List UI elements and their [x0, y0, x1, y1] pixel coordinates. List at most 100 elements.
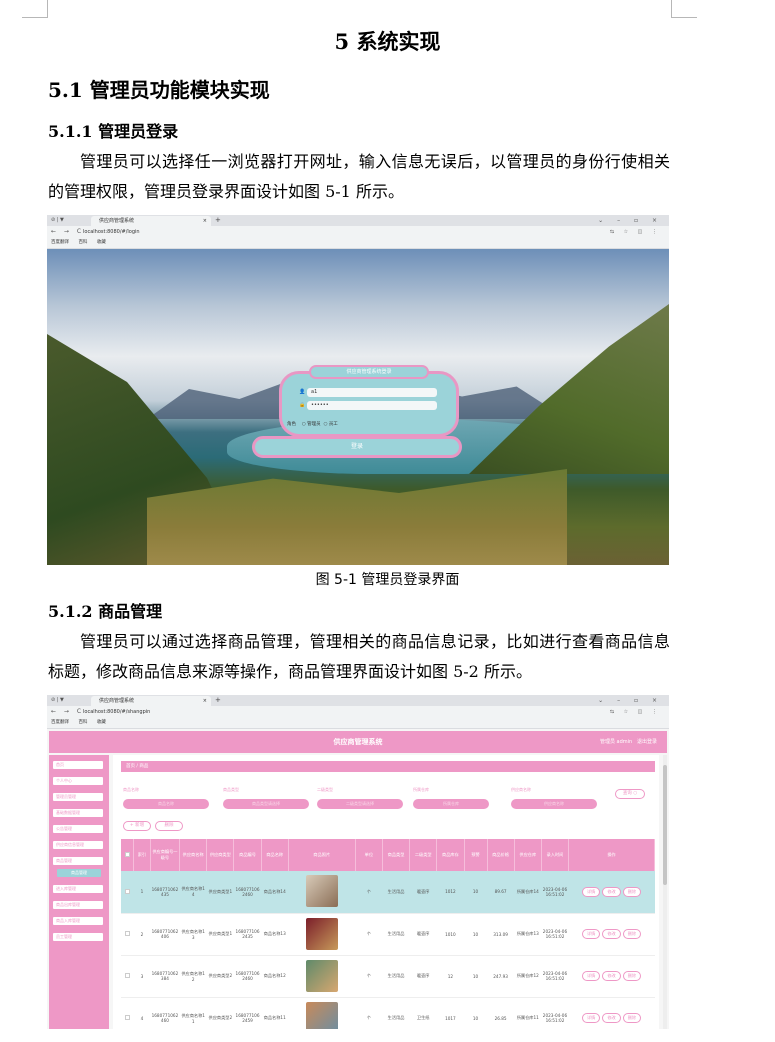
filter-goods-type-select[interactable]: 商品类型请选择: [223, 799, 309, 809]
filter-goods-name-input[interactable]: 商品名称: [123, 799, 209, 809]
window-controls[interactable]: ⌄ – ▫ ×: [598, 695, 663, 706]
role-selector: 角色 ○ 管理员 ○ 员工: [287, 422, 338, 427]
toolbar-icons[interactable]: ⇆ ☆ ◫ ⋮: [610, 226, 661, 238]
page-scrollbar[interactable]: [663, 755, 667, 1029]
login-button[interactable]: 登录: [252, 436, 462, 458]
background-hill-right: [469, 304, 669, 474]
bookmark-item[interactable]: 收藏: [97, 240, 106, 245]
column-header: 录入时间: [541, 839, 570, 871]
password-input[interactable]: ••••••: [307, 401, 437, 410]
query-button[interactable]: 查询 ○: [615, 789, 645, 799]
sidebar-item-stock-in-out[interactable]: 进入库管理: [53, 885, 103, 893]
window-controls[interactable]: ⌄ – ▫ ×: [598, 215, 663, 226]
goods-photo: [305, 1001, 338, 1029]
table-cell: 89.67: [487, 871, 515, 914]
delete-button[interactable]: 删除: [622, 929, 642, 939]
batch-delete-button[interactable]: 删除: [155, 821, 183, 831]
table-row[interactable]: 2 1680771062406 供应商名称13 供应商类型1 1680771062435…: [121, 913, 655, 956]
table-cell: 所属仓库14: [514, 871, 542, 914]
table-cell: 所属仓库11: [514, 997, 542, 1029]
role-staff-radio[interactable]: 员工: [329, 422, 338, 427]
detail-button[interactable]: 详情: [581, 886, 601, 897]
goods-photo: [305, 959, 338, 992]
edit-button[interactable]: 修改: [602, 886, 621, 897]
delete-button[interactable]: 删除: [622, 971, 642, 981]
table-cell: 1012: [436, 871, 464, 914]
table-cell: 2023-04-06 16:51:02: [541, 997, 569, 1029]
logout-link[interactable]: 退出登录: [637, 739, 657, 745]
table-row[interactable]: 1 1680771062435 供应商名称14 供应商类型1 1680771062460…: [121, 871, 655, 914]
nav-icons[interactable]: ← → C: [51, 226, 84, 238]
table-cell: 3: [133, 955, 151, 998]
column-header[interactable]: [121, 839, 135, 871]
table-cell: 所属仓库12: [514, 955, 542, 998]
login-title: 供应商管理系统登录: [309, 365, 429, 379]
detail-button[interactable]: 详情: [581, 929, 601, 939]
sidebar-item-profile[interactable]: 个人中心: [53, 777, 103, 785]
sidebar-item-suppliers[interactable]: 供应商信息管理: [53, 841, 103, 849]
sidebar-item-base-data[interactable]: 基础数据管理: [53, 809, 103, 817]
row-checkbox[interactable]: [124, 888, 130, 894]
address-bar[interactable]: localhost:8080/#/login: [83, 228, 603, 236]
bookmark-item[interactable]: 收藏: [97, 720, 106, 725]
sidebar-item-notices[interactable]: 公告管理: [53, 825, 103, 833]
filter-label: 二级类型: [317, 787, 333, 792]
edit-button[interactable]: 修改: [602, 971, 621, 981]
browser-tab[interactable]: 供应商管理系统 ×: [91, 216, 211, 226]
username-input[interactable]: a1: [307, 388, 437, 397]
new-tab-icon[interactable]: +: [215, 215, 221, 226]
table-cell: 个: [355, 871, 383, 914]
detail-button[interactable]: 详情: [581, 971, 601, 981]
select-all-checkbox[interactable]: [124, 852, 130, 857]
new-tab-icon[interactable]: +: [215, 695, 221, 706]
sidebar-item-goods-in[interactable]: 商品入库管理: [53, 917, 103, 925]
sidebar-item-home[interactable]: 首页: [53, 761, 103, 769]
table-cell: 10: [464, 913, 487, 956]
browser-tab[interactable]: 供应商管理系统 ×: [91, 696, 211, 706]
table-row[interactable]: 4 1680771062460 供应商名称11 供应商类型2 1680771062459…: [121, 997, 655, 1029]
sidebar-item-staff[interactable]: 员工管理: [53, 933, 103, 941]
goods-photo-cell: [288, 913, 356, 956]
sidebar-subitem-goods[interactable]: 商品管理: [57, 869, 101, 877]
close-tab-icon[interactable]: ×: [203, 216, 207, 226]
background-field: [147, 469, 567, 565]
bookmark-item[interactable]: 百度翻译: [51, 720, 69, 725]
row-checkbox[interactable]: [124, 1015, 130, 1020]
filter-supplier-input[interactable]: 供应商名称: [511, 799, 597, 809]
table-cell: 暖壶序: [409, 871, 437, 914]
bookmark-item[interactable]: 百度翻译: [51, 240, 69, 245]
close-tab-icon[interactable]: ×: [203, 696, 207, 706]
role-admin-radio[interactable]: 管理员: [307, 422, 321, 427]
edit-button[interactable]: 修改: [602, 929, 621, 939]
goods-photo-cell: [288, 997, 356, 1029]
table-cell: 个: [355, 913, 383, 956]
sidebar-item-goods-out[interactable]: 商品出库管理: [53, 901, 103, 909]
section-title: 5.1 管理员功能模块实现: [48, 78, 270, 102]
detail-button[interactable]: 详情: [581, 1013, 601, 1023]
filter-subtype-select[interactable]: 二级类型请选择: [317, 799, 403, 809]
delete-button[interactable]: 删除: [622, 886, 642, 897]
table-row[interactable]: 3 1680771062384 供应商名称12 供应商类型2 1680771062460…: [121, 955, 655, 998]
column-header: 二级类型: [409, 839, 438, 871]
admin-sidebar: 首页 个人中心 管理员管理 基础数据管理 公告管理 供应商信息管理 商品管理 商…: [49, 755, 109, 1029]
edit-button[interactable]: 修改: [602, 1013, 621, 1023]
bookmark-item[interactable]: 百科: [78, 720, 87, 725]
tab-controls[interactable]: ⊘ | ▼: [51, 215, 64, 226]
nav-icons[interactable]: ← → C: [51, 706, 84, 718]
column-header: 商品价格: [487, 839, 515, 871]
bookmark-item[interactable]: 百科: [78, 240, 87, 245]
sidebar-item-admins[interactable]: 管理员管理: [53, 793, 103, 801]
row-actions: 详情 修改 删除: [568, 913, 655, 956]
table-cell: 供应商类型1: [206, 913, 234, 956]
add-button[interactable]: + 新增: [123, 821, 151, 831]
filter-warehouse-input[interactable]: 所属仓库: [413, 799, 489, 809]
row-checkbox[interactable]: [124, 931, 130, 936]
table-cell: 供应商名称14: [179, 871, 207, 914]
toolbar-icons[interactable]: ⇆ ☆ ◫ ⋮: [610, 706, 661, 718]
table-cell: 1680771062459: [233, 997, 262, 1029]
address-bar[interactable]: localhost:8080/#/shangpin: [83, 708, 603, 716]
row-checkbox[interactable]: [124, 973, 130, 978]
sidebar-item-goods[interactable]: 商品管理: [53, 857, 103, 865]
tab-controls[interactable]: ⊘ | ▼: [51, 695, 64, 706]
delete-button[interactable]: 删除: [622, 1013, 642, 1023]
